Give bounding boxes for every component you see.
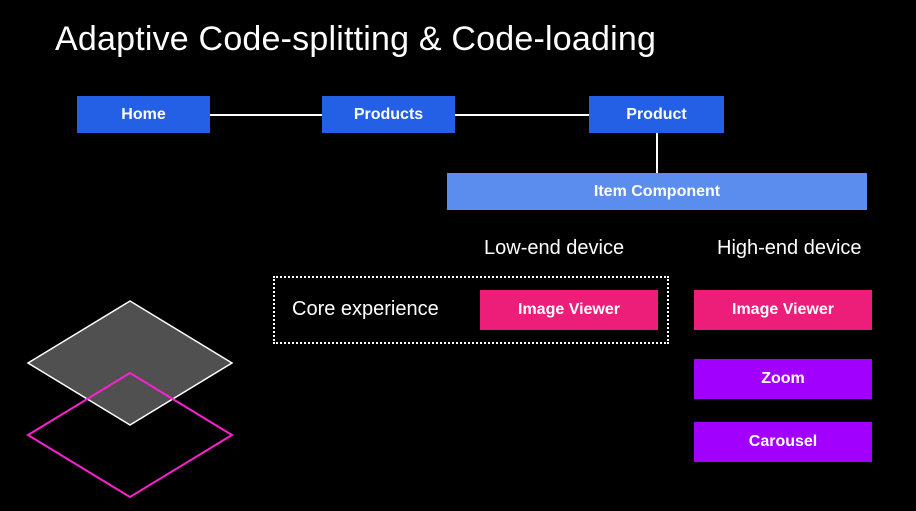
module-carousel: Carousel — [694, 422, 872, 462]
node-item-component: Item Component — [447, 173, 867, 210]
module-low-image-viewer: Image Viewer — [480, 290, 658, 330]
page-title: Adaptive Code-splitting & Code-loading — [55, 20, 656, 59]
node-products: Products — [322, 96, 455, 133]
connector-line — [210, 114, 322, 116]
node-product: Product — [589, 96, 724, 133]
module-high-image-viewer: Image Viewer — [694, 290, 872, 330]
module-zoom: Zoom — [694, 359, 872, 399]
label-core-experience: Core experience — [292, 298, 439, 321]
layers-icon — [10, 295, 250, 505]
connector-line — [656, 133, 658, 173]
label-high-end: High-end device — [717, 237, 862, 260]
connector-line — [455, 114, 589, 116]
node-home: Home — [77, 96, 210, 133]
label-low-end: Low-end device — [484, 237, 624, 260]
